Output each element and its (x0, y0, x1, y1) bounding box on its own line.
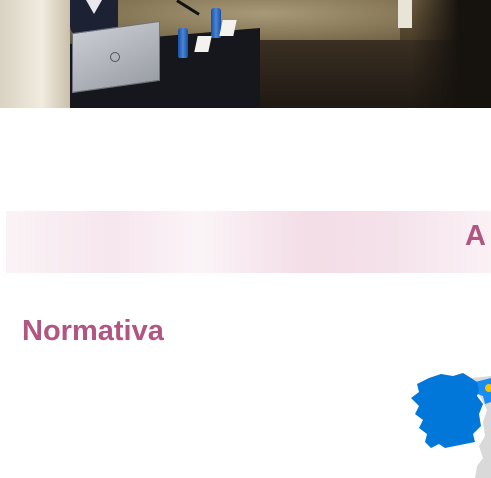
map-svg (411, 373, 491, 478)
banner (6, 211, 491, 273)
map-region[interactable] (411, 373, 483, 448)
photo-pillar (398, 0, 412, 28)
photo-shadow (411, 0, 491, 108)
photo-bottle (178, 28, 188, 58)
section-title: Normativa (22, 315, 164, 347)
hero-photo (0, 0, 491, 108)
map[interactable] (405, 370, 491, 478)
photo-curtain (0, 0, 70, 108)
photo-laptop-logo (110, 52, 120, 62)
banner-text: A (465, 220, 486, 252)
